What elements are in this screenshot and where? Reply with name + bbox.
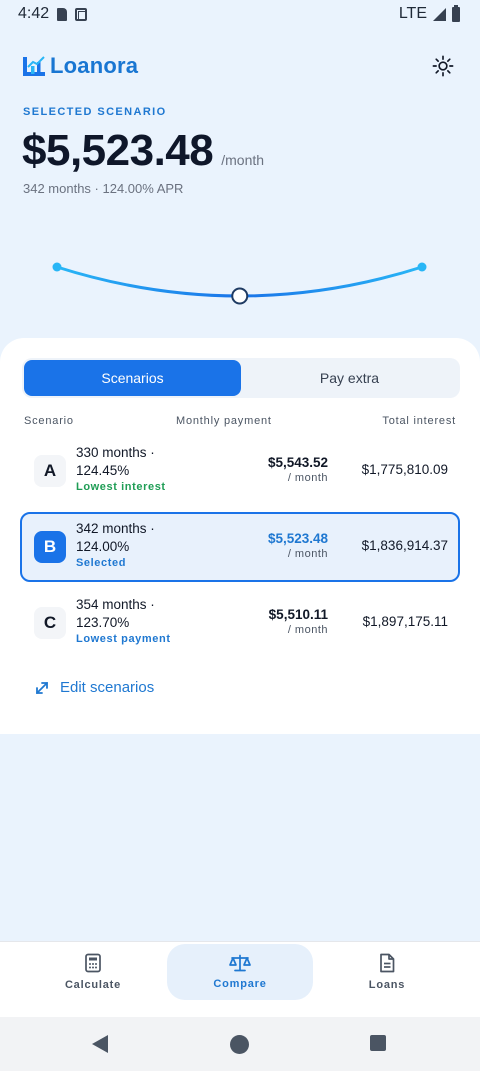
document-icon xyxy=(380,953,395,973)
back-icon[interactable] xyxy=(92,1035,108,1053)
total-interest-value: $1,897,175.11 xyxy=(362,614,448,629)
nav-compare[interactable]: Compare xyxy=(167,944,313,1000)
scenario-monthly: $5,523.48 / month xyxy=(268,530,328,562)
battery-icon xyxy=(452,4,460,22)
slider-thumb[interactable] xyxy=(231,287,249,305)
expand-arrows-icon xyxy=(36,681,48,694)
app-name: Loanora xyxy=(50,53,139,78)
nav-calculate[interactable]: Calculate xyxy=(20,944,166,1000)
scenario-tag: Selected xyxy=(76,557,127,569)
monthly-value: $5,510.11 xyxy=(268,607,328,622)
tab-pay-extra[interactable]: Pay extra xyxy=(241,360,458,396)
scenario-row-b[interactable]: B 342 months · 124.00% Selected $5,523.4… xyxy=(20,512,460,582)
hero-amount: $5,523.48 xyxy=(22,126,214,175)
monthly-unit: / month xyxy=(287,624,328,636)
scenario-tag: Lowest interest xyxy=(76,481,166,493)
monthly-unit: / month xyxy=(287,548,328,560)
monthly-value: $5,523.48 xyxy=(267,531,328,546)
screenshot-icon xyxy=(75,7,88,21)
status-time: 4:42 xyxy=(18,5,50,22)
scenario-rate: 123.70% xyxy=(76,615,130,630)
scenario-badge: B xyxy=(34,531,66,563)
hero-label: SELECTED SCENARIO xyxy=(23,106,167,118)
brand: Loanora xyxy=(22,53,138,79)
monthly-value: $5,543.52 xyxy=(267,455,328,470)
scenario-term: 342 months · xyxy=(76,521,155,536)
edit-scenarios-link[interactable]: Edit scenarios xyxy=(34,679,154,696)
status-bar: 4:42 LTE xyxy=(0,0,480,28)
scenario-monthly: $5,543.52 / month xyxy=(268,454,328,486)
nav-compare-label: Compare xyxy=(213,978,267,990)
monthly-unit: / month xyxy=(287,472,328,484)
total-interest-value: $1,836,914.37 xyxy=(361,538,448,553)
scenario-term: 330 months · xyxy=(76,445,155,460)
hero-per-month: /month xyxy=(221,152,265,168)
network-type: LTE xyxy=(398,5,427,22)
calculator-icon xyxy=(85,953,101,973)
scenario-description: 330 months · 124.45% Lowest interest xyxy=(76,444,186,494)
scenario-rate: 124.00% xyxy=(76,539,130,554)
scenario-row-a[interactable]: A 330 months · 124.45% Lowest interest $… xyxy=(20,436,460,506)
header-total-interest: Total interest xyxy=(382,415,456,427)
app-header: Loanora xyxy=(22,50,458,82)
scenario-description: 354 months · 123.70% Lowest payment xyxy=(76,596,186,646)
scenario-slider[interactable] xyxy=(40,250,440,310)
scenario-term: 354 months · xyxy=(76,597,155,612)
sun-icon xyxy=(432,55,454,77)
scenario-rate: 124.45% xyxy=(76,463,130,478)
status-right: LTE xyxy=(398,4,460,23)
bottom-navigation: Calculate Compare Loans xyxy=(0,941,480,1017)
header-scenario: Scenario xyxy=(24,415,74,427)
tab-scenarios[interactable]: Scenarios xyxy=(24,360,241,396)
edit-scenarios-label: Edit scenarios xyxy=(60,679,155,696)
nav-loans-label: Loans xyxy=(368,979,406,991)
home-icon[interactable] xyxy=(230,1035,249,1054)
scenario-list: A 330 months · 124.45% Lowest interest $… xyxy=(20,436,460,664)
scenario-row-c[interactable]: C 354 months · 123.70% Lowest payment $5… xyxy=(20,588,460,658)
slider-start-dot xyxy=(52,262,62,272)
scenarios-card: Scenarios Pay extra Scenario Monthly pay… xyxy=(0,338,480,734)
system-navigation-bar xyxy=(0,1017,480,1071)
scenario-monthly: $5,510.11 / month xyxy=(269,606,328,638)
scenario-badge: A xyxy=(34,455,66,487)
sim-card-icon xyxy=(57,7,68,21)
scenario-description: 342 months · 124.00% Selected xyxy=(76,520,186,570)
hero-amount-row: $5,523.48 /month xyxy=(22,126,264,176)
hero-subtitle: 342 months · 124.00% APR xyxy=(23,181,184,196)
nav-calculate-label: Calculate xyxy=(64,979,122,991)
recents-icon[interactable] xyxy=(370,1035,386,1051)
signal-icon xyxy=(433,7,446,21)
slider-end-dot xyxy=(417,262,427,272)
status-left: 4:42 xyxy=(18,5,88,23)
scenario-badge: C xyxy=(34,607,66,639)
theme-toggle-button[interactable] xyxy=(428,51,458,81)
app-screen: 4:42 LTE Loanora SELECTED SCENARIO $5,52… xyxy=(0,0,480,1071)
logo-icon xyxy=(23,56,45,76)
nav-loans[interactable]: Loans xyxy=(314,944,460,1000)
segmented-control: Scenarios Pay extra xyxy=(22,358,460,398)
header-monthly-payment: Monthly payment xyxy=(176,415,272,427)
total-interest-value: $1,775,810.09 xyxy=(361,462,448,477)
scale-icon xyxy=(229,954,251,972)
scenario-tag: Lowest payment xyxy=(76,633,171,645)
